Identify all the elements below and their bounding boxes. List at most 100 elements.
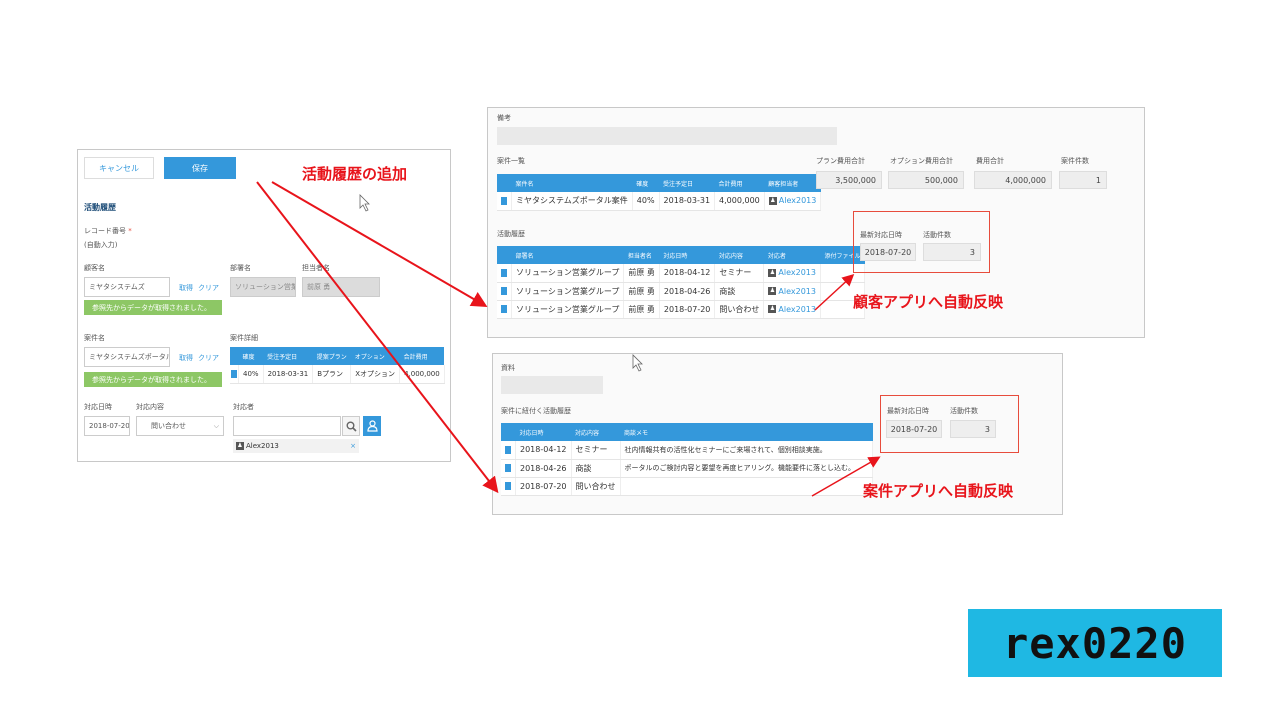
col-header: 顧客担当者	[764, 174, 821, 192]
chevron-down-icon: ⌵	[213, 421, 219, 430]
plan-total-label: プラン費用合計	[816, 157, 865, 165]
col-header: オプション	[350, 347, 400, 365]
col-header: 案件名	[511, 174, 633, 192]
cell: 40%	[238, 365, 264, 384]
cell: ポータルのご検討内容と要望を再度ヒアリング。機能要件に落とし込む。	[620, 459, 873, 478]
document-icon[interactable]	[501, 268, 507, 277]
case-fetch-link[interactable]: 取得	[179, 353, 193, 363]
user-avatar-icon: ♟	[768, 305, 777, 313]
customer-input[interactable]: ミヤタシステムズ	[84, 277, 170, 297]
note-label: 備考	[497, 114, 511, 122]
col-header: 提案プラン	[312, 347, 351, 365]
customer-fetch-link[interactable]: 取得	[179, 283, 193, 293]
user-avatar-icon: ♟	[768, 268, 777, 277]
dept-label: 部署名	[230, 264, 251, 272]
cell: 4,000,000	[399, 365, 445, 384]
cell: 2018-04-12	[515, 441, 572, 460]
case-fetch-notice: 参照先からデータが取得されました。	[84, 372, 222, 387]
col-icon	[230, 347, 239, 365]
user-avatar-icon: ♟	[768, 287, 777, 295]
cell	[620, 477, 873, 496]
record-number-label: レコード番号 *	[84, 227, 132, 235]
document-icon[interactable]	[231, 369, 237, 378]
cell[interactable]: ♟ Alex2013	[763, 300, 821, 319]
cell: 社内情報共有の活性化セミナーにご来場されて、個別相談実施。	[620, 441, 873, 460]
col-header: 対応内容	[714, 246, 764, 264]
cell: ソリューション営業グループ	[511, 300, 625, 319]
customer-label: 顧客名	[84, 264, 105, 272]
user-select-button[interactable]	[363, 416, 381, 436]
cell: 40%	[632, 192, 660, 211]
case-input[interactable]: ミヤタシステムズポータル系	[84, 347, 170, 367]
user-avatar-icon: ♟	[236, 442, 244, 450]
cell[interactable]: ♟ Alex2013	[764, 192, 822, 211]
user-icon	[366, 420, 378, 432]
col-icon	[497, 174, 512, 192]
document-icon[interactable]	[505, 482, 511, 490]
activity-table: 部署名 担当者名 対応日時 対応内容 対応者 添付ファイル ソリューション営業グ…	[497, 246, 866, 319]
cell: 前原 勇	[623, 264, 660, 283]
customer-clear-link[interactable]: クリア	[198, 283, 219, 293]
owner-field: 前原 勇	[302, 277, 380, 297]
document-icon[interactable]	[501, 305, 507, 313]
annotation-add-activity: 活動履歴の追加	[302, 165, 408, 183]
case-clear-link[interactable]: クリア	[198, 353, 219, 363]
content-select[interactable]: 問い合わせ ⌵	[136, 416, 224, 436]
person-search-input[interactable]	[233, 416, 341, 436]
col-header: 対応日時	[515, 423, 571, 441]
cell: セミナー	[714, 264, 765, 283]
table-row: 40% 2018-03-31 Bプラン Xオプション 4,000,000	[230, 365, 445, 384]
selected-user-name: Alex2013	[246, 442, 279, 450]
save-button[interactable]: 保存	[164, 157, 236, 179]
history-table: 対応日時 対応内容 商談メモ 2018-04-12 セミナー 社内情報共有の活性…	[501, 423, 873, 496]
col-header: 商談メモ	[620, 423, 873, 441]
document-icon[interactable]	[501, 287, 507, 295]
table-row: 2018-07-20 問い合わせ	[501, 477, 873, 496]
cell[interactable]: ♟ Alex2013	[763, 282, 821, 301]
cell[interactable]: ♟ Alex2013	[763, 264, 821, 283]
document-icon[interactable]	[505, 464, 511, 472]
search-button[interactable]	[342, 416, 360, 436]
col-header: 部署名	[511, 246, 624, 264]
col-header: 対応内容	[571, 423, 620, 441]
cost-total-field: 4,000,000	[974, 171, 1052, 189]
owner-label: 担当者名	[302, 264, 330, 272]
cell: Bプラン	[312, 365, 352, 384]
content-select-value: 問い合わせ	[151, 422, 186, 430]
table-row: 2018-04-12 セミナー 社内情報共有の活性化セミナーにご来場されて、個別…	[501, 441, 873, 460]
col-header: 確度	[632, 174, 660, 192]
cell: セミナー	[571, 441, 621, 460]
cell: 商談	[571, 459, 621, 478]
cell: ソリューション営業グループ	[511, 282, 625, 301]
document-icon[interactable]	[501, 196, 507, 205]
case-count-label: 案件件数	[1061, 157, 1089, 165]
search-icon	[346, 421, 357, 432]
document-icon[interactable]	[505, 445, 511, 454]
table-row: 2018-04-26 商談 ポータルのご検討内容と要望を再度ヒアリング。機能要件…	[501, 459, 873, 478]
cell: 問い合わせ	[714, 300, 765, 319]
cell: 4,000,000	[714, 192, 765, 211]
logo: rex0220	[968, 609, 1222, 677]
date-input[interactable]: 2018-07-20	[84, 416, 130, 436]
customer-app-panel: 備考 案件一覧 案件名 確度 受注予定日 合計費用 顧客担当者 ミヤタシステムズ…	[487, 107, 1145, 338]
record-number-value: (自動入力)	[84, 241, 118, 249]
option-total-field: 500,000	[888, 171, 964, 189]
dept-field: ソリューション営業	[230, 277, 296, 297]
cell: ソリューション営業グループ	[511, 264, 625, 283]
col-header: 確度	[238, 347, 264, 365]
col-header: 合計費用	[399, 347, 445, 365]
cell: 2018-04-12	[659, 264, 716, 283]
cell: 2018-03-31	[263, 365, 314, 384]
cancel-button[interactable]: キャンセル	[84, 157, 154, 179]
col-header: 担当者名	[623, 246, 660, 264]
customer-fetch-notice: 参照先からデータが取得されました。	[84, 300, 222, 315]
remove-user-icon[interactable]: ×	[350, 442, 356, 450]
cell: 2018-04-26	[659, 282, 716, 301]
cell: 問い合わせ	[571, 477, 621, 496]
col-header: 対応者	[763, 246, 821, 264]
customer-highlight-box	[853, 211, 990, 273]
table-row: ソリューション営業グループ 前原 勇 2018-07-20 問い合わせ ♟ Ale…	[497, 300, 866, 319]
col-icon	[501, 423, 516, 441]
case-list-label: 案件一覧	[497, 157, 525, 165]
table-row: ソリューション営業グループ 前原 勇 2018-04-26 商談 ♟ Alex20…	[497, 282, 866, 301]
